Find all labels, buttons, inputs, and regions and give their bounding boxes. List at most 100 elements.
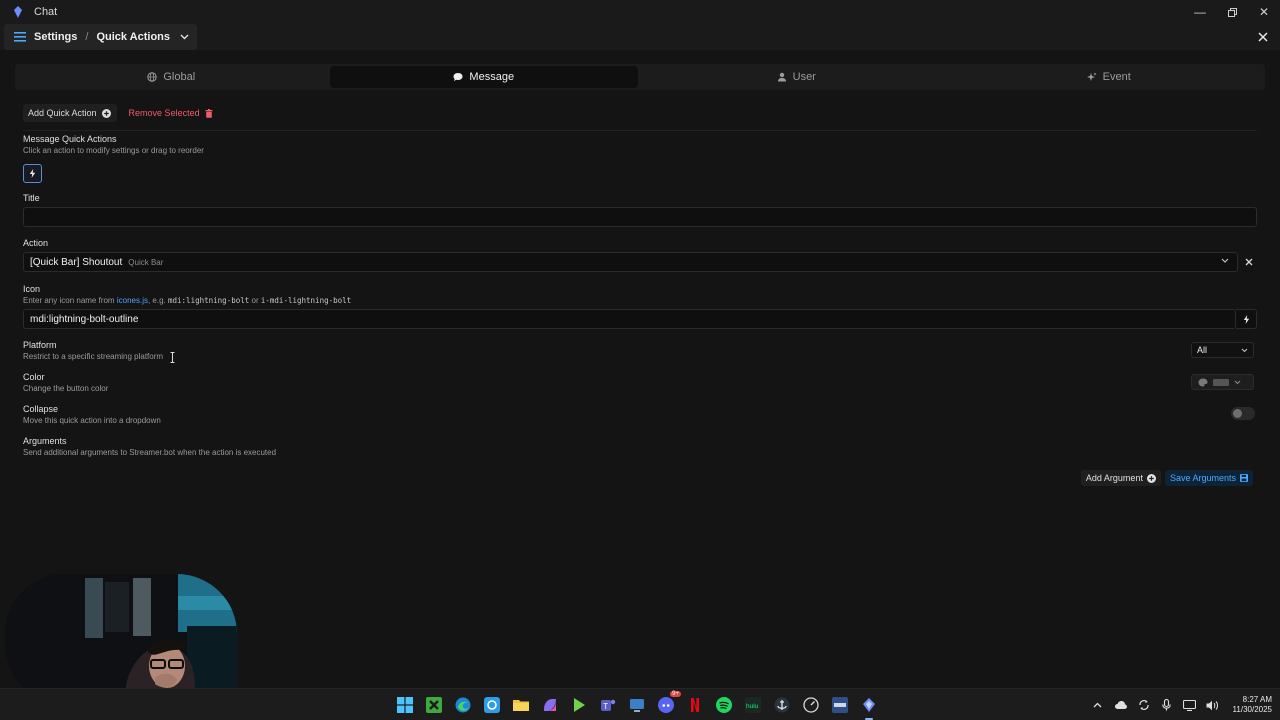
quick-action-item[interactable] (23, 164, 42, 183)
anchor-app-icon[interactable] (772, 695, 792, 715)
user-icon (777, 72, 786, 82)
icon-value: mdi:lightning-bolt-outline (30, 313, 139, 325)
file-explorer-icon[interactable] (511, 695, 531, 715)
windows-start-icon[interactable] (395, 695, 415, 715)
platform-select[interactable]: All (1191, 342, 1254, 358)
add-quick-action-button[interactable]: Add Quick Action (23, 104, 117, 122)
title-input[interactable] (23, 207, 1257, 227)
action-value: [Quick Bar] Shoutout (30, 256, 123, 268)
xbox-app-icon[interactable] (424, 695, 444, 715)
media-player-icon[interactable] (569, 695, 589, 715)
clock-date: 11/30/2025 (1232, 705, 1272, 714)
restore-icon[interactable] (1216, 0, 1248, 24)
netflix-icon[interactable] (685, 695, 705, 715)
color-heading: Color Change the button color (23, 372, 108, 393)
tab-message[interactable]: Message (329, 66, 638, 88)
icon-input[interactable]: mdi:lightning-bolt-outline (23, 309, 1236, 329)
save-arguments-label: Save Arguments (1169, 473, 1236, 483)
tab-user[interactable]: User (642, 66, 951, 88)
clear-action-icon[interactable] (1242, 255, 1256, 269)
icon-help: Enter any icon name from icones.js, e.g.… (23, 296, 351, 305)
platform-heading: Platform Restrict to a specific streamin… (23, 340, 163, 361)
clock-time: 8:27 AM (1242, 695, 1272, 704)
streamerbot-taskbar-icon[interactable] (859, 695, 879, 720)
vmix-app-icon[interactable] (830, 695, 850, 715)
tab-global-label: Global (163, 71, 196, 83)
sparkle-icon (1086, 72, 1097, 81)
quick-actions-subtitle: Click an action to modify settings or dr… (23, 146, 204, 155)
icon-preview (1236, 309, 1257, 329)
spotify-icon[interactable] (714, 695, 734, 715)
color-swatch (1213, 378, 1229, 386)
icon-label: Icon (23, 284, 41, 294)
breadcrumb-quick-actions[interactable]: Quick Actions (96, 31, 170, 43)
quick-actions-heading: Message Quick Actions Click an action to… (23, 134, 204, 155)
action-group-tag: Quick Bar (128, 257, 164, 267)
discord-icon[interactable]: 9+ (656, 691, 681, 715)
collapse-label: Collapse (23, 404, 59, 414)
chat-bubble-icon (453, 73, 463, 81)
breadcrumb-separator: / (85, 31, 89, 43)
arguments-heading: Arguments Send additional arguments to S… (23, 436, 276, 457)
icon-example-1: mdi:lightning-bolt (168, 296, 250, 305)
breadcrumb[interactable]: Settings / Quick Actions (4, 24, 198, 50)
teams-icon[interactable]: T (598, 695, 618, 715)
window-close-icon[interactable]: ✕ (1248, 0, 1280, 24)
microphone-icon[interactable] (1160, 698, 1174, 712)
taskbar: T 9+ hulu 8:27 AM 11/30/2025 (0, 688, 1280, 720)
action-select[interactable]: [Quick Bar] Shoutout Quick Bar (23, 252, 1238, 272)
remove-selected-label: Remove Selected (128, 108, 200, 118)
quick-actions-toolbar: Add Quick Action Remove Selected (23, 104, 219, 122)
edge-browser-icon[interactable] (453, 695, 473, 715)
trash-icon (205, 108, 213, 118)
collapse-toggle[interactable] (1231, 407, 1255, 420)
system-clock[interactable]: 8:27 AM 11/30/2025 (1233, 695, 1272, 715)
taskbar-apps: T 9+ hulu (395, 691, 879, 720)
snipping-tool-icon[interactable] (482, 695, 502, 715)
action-label: Action (23, 238, 49, 248)
remove-selected-button[interactable]: Remove Selected (123, 104, 219, 122)
icones-link[interactable]: icones.js (117, 296, 148, 305)
minimize-icon[interactable]: — (1184, 0, 1216, 24)
color-picker[interactable] (1191, 374, 1254, 390)
tab-message-label: Message (469, 71, 515, 83)
close-settings-icon[interactable] (1254, 28, 1272, 46)
chevron-down-icon (1241, 348, 1248, 352)
add-argument-label: Add Argument (1085, 473, 1143, 483)
chevron-up-icon[interactable] (1091, 698, 1105, 712)
volume-icon[interactable] (1206, 698, 1220, 712)
display-icon[interactable] (1183, 698, 1197, 712)
color-label: Color (23, 372, 45, 382)
add-argument-button[interactable]: Add Argument (1080, 470, 1161, 486)
save-arguments-button[interactable]: Save Arguments (1164, 470, 1253, 486)
cloud-icon[interactable] (1114, 698, 1128, 712)
chevron-down-icon[interactable] (1221, 258, 1229, 264)
streamerbot-logo-icon (10, 4, 26, 20)
hamburger-menu-icon[interactable] (12, 29, 28, 45)
title-label: Title (23, 193, 40, 203)
tab-user-label: User (792, 71, 816, 83)
arguments-help: Send additional arguments to Streamer.bo… (23, 448, 277, 457)
speedometer-app-icon[interactable] (801, 695, 821, 715)
collapse-heading: Collapse Move this quick action into a d… (23, 404, 161, 425)
globe-icon (147, 72, 158, 82)
breadcrumb-settings[interactable]: Settings (34, 31, 77, 43)
tab-event[interactable]: Event (955, 66, 1264, 88)
tab-event-label: Event (1102, 71, 1131, 83)
arguments-actions: Add Argument Save Arguments (1080, 470, 1253, 486)
window-controls: — ✕ (1184, 0, 1280, 24)
platform-value: All (1197, 345, 1208, 355)
chevron-down-icon[interactable] (180, 34, 189, 40)
hulu-icon[interactable]: hulu (743, 695, 763, 715)
app-header: Settings / Quick Actions (0, 24, 1280, 50)
svg-text:T: T (603, 702, 608, 711)
platform-label: Platform (23, 340, 57, 350)
color-help: Change the button color (23, 384, 109, 393)
sync-icon[interactable] (1137, 698, 1151, 712)
icon-help-mid: , e.g. (147, 296, 166, 305)
tab-global[interactable]: Global (17, 66, 326, 88)
copilot-icon[interactable] (540, 695, 560, 715)
remote-desktop-icon[interactable] (627, 695, 647, 715)
plus-circle-icon (101, 108, 111, 118)
icon-help-or: or (251, 296, 259, 305)
